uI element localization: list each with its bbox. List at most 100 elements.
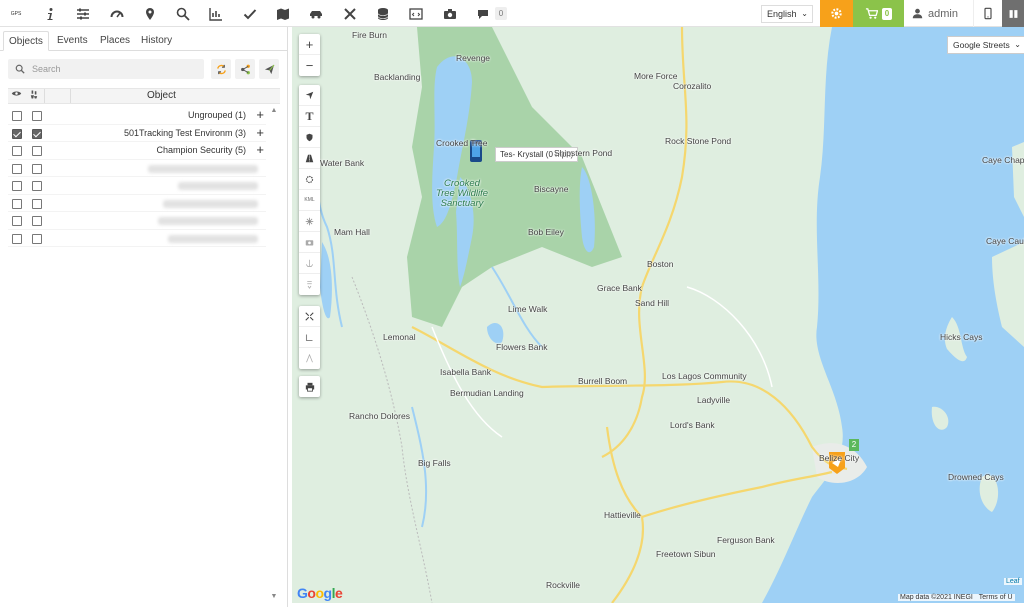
- map-attribution[interactable]: Map data ©2021 INEGI Terms of U: [898, 594, 1015, 601]
- expand-group-button[interactable]: +: [256, 107, 264, 122]
- sliders-icon[interactable]: [69, 0, 97, 27]
- list-item[interactable]: [8, 177, 266, 195]
- cluster-count-badge[interactable]: 2: [849, 439, 859, 451]
- visible-checkbox[interactable]: [12, 181, 22, 191]
- column-object[interactable]: Object: [147, 89, 176, 103]
- location-arrow-icon[interactable]: [299, 85, 320, 106]
- code-icon[interactable]: [402, 0, 430, 27]
- send-command-button[interactable]: [259, 59, 279, 79]
- settings-button[interactable]: [820, 0, 853, 27]
- visible-checkbox[interactable]: [12, 216, 22, 226]
- cog-icon[interactable]: [299, 169, 320, 190]
- visible-checkbox[interactable]: [12, 198, 22, 209]
- measure-area-icon[interactable]: [299, 348, 320, 369]
- dashboard-icon[interactable]: [103, 0, 131, 27]
- follow-checkbox[interactable]: [32, 128, 42, 139]
- database-icon[interactable]: [369, 0, 397, 27]
- expand-group-button[interactable]: +: [256, 125, 264, 140]
- follow-icon[interactable]: [30, 89, 38, 103]
- terms-link[interactable]: Terms of U: [979, 594, 1013, 601]
- visible-checkbox[interactable]: [12, 233, 22, 244]
- expand-group-button[interactable]: +: [256, 142, 264, 157]
- cluster-icon[interactable]: [299, 211, 320, 232]
- scroll-up-arrow[interactable]: ▲: [268, 107, 280, 117]
- list-item[interactable]: Ungrouped (1) +: [8, 107, 266, 125]
- follow-checkbox[interactable]: [32, 233, 42, 244]
- list-item[interactable]: 501Tracking Test Environm (3) +: [8, 125, 266, 142]
- leaflet-attribution[interactable]: Leaf: [1004, 578, 1022, 585]
- place-label: Lemonal: [383, 332, 416, 342]
- route-icon[interactable]: [299, 274, 320, 295]
- follow-checkbox[interactable]: [32, 111, 42, 121]
- map-layer-select[interactable]: Google Streets ⌄: [947, 36, 1024, 54]
- follow-checkbox[interactable]: [32, 181, 42, 191]
- list-item[interactable]: Champion Security (5) +: [8, 142, 266, 160]
- car-icon[interactable]: [302, 0, 330, 27]
- follow-checkbox[interactable]: [32, 216, 42, 226]
- ruler-icon[interactable]: [299, 327, 320, 348]
- search-input[interactable]: [32, 62, 192, 76]
- place-label: Flowers Bank: [496, 342, 548, 352]
- share-button[interactable]: [235, 59, 255, 79]
- camera-icon[interactable]: [299, 232, 320, 253]
- camera-icon[interactable]: [436, 0, 464, 27]
- road-icon[interactable]: [299, 148, 320, 169]
- location-pin-icon[interactable]: [136, 0, 164, 27]
- phone-icon: [983, 7, 992, 20]
- place-label: Hattieville: [604, 510, 641, 520]
- list-item[interactable]: [8, 195, 266, 212]
- tab-history[interactable]: History: [136, 31, 177, 51]
- cart-button[interactable]: 0: [853, 0, 904, 27]
- tab-places[interactable]: Places: [95, 31, 135, 51]
- place-label: Corozalito: [673, 81, 712, 91]
- mobile-button[interactable]: [973, 0, 1001, 27]
- text-icon[interactable]: T: [299, 106, 320, 127]
- logo[interactable]: GPS: [2, 0, 30, 27]
- follow-checkbox[interactable]: [32, 146, 42, 156]
- visible-checkbox[interactable]: [12, 128, 22, 139]
- visible-checkbox[interactable]: [12, 163, 22, 174]
- check-icon[interactable]: [236, 0, 264, 27]
- google-logo-letter: G: [297, 585, 308, 601]
- visible-checkbox[interactable]: [12, 146, 22, 156]
- place-label: Biscayne: [534, 184, 569, 194]
- anchor-icon[interactable]: [299, 253, 320, 274]
- kml-icon[interactable]: KML: [299, 190, 320, 211]
- language-select[interactable]: English ⌄: [761, 5, 813, 23]
- place-label: Bermudian Landing: [450, 388, 524, 398]
- chat-icon[interactable]: [469, 0, 497, 27]
- visible-checkbox[interactable]: [12, 111, 22, 121]
- reload-button[interactable]: [211, 59, 231, 79]
- place-label: Burrell Boom: [578, 376, 628, 386]
- scroll-down-arrow[interactable]: ▼: [268, 593, 280, 603]
- map-view[interactable]: + − T KML Google Streets ⌄ Tes- Krystall …: [292, 27, 1024, 603]
- zoom-out-button[interactable]: −: [299, 55, 320, 76]
- scrollbar[interactable]: ▲ ▼: [268, 107, 280, 603]
- search-icon[interactable]: [169, 0, 197, 27]
- fit-bounds-icon[interactable]: [299, 306, 320, 327]
- share-icon: [240, 64, 250, 74]
- list-item[interactable]: [8, 160, 266, 177]
- info-icon[interactable]: [36, 0, 64, 27]
- gear-icon: [831, 8, 842, 19]
- place-label: Backlanding: [374, 72, 421, 82]
- shield-icon[interactable]: [299, 127, 320, 148]
- print-icon[interactable]: [299, 376, 320, 397]
- tab-events[interactable]: Events: [52, 31, 93, 51]
- chart-icon[interactable]: [202, 0, 230, 27]
- map-book-icon[interactable]: [269, 0, 297, 27]
- place-label: Bob Eiley: [528, 227, 564, 237]
- list-item[interactable]: [8, 230, 266, 247]
- follow-checkbox[interactable]: [32, 163, 42, 174]
- tab-objects[interactable]: Objects: [3, 31, 49, 51]
- zoom-in-button[interactable]: +: [299, 34, 320, 55]
- eye-icon[interactable]: [11, 89, 22, 103]
- list-item[interactable]: [8, 212, 266, 230]
- user-menu[interactable]: admin: [912, 0, 958, 27]
- place-label: Lime Walk: [508, 304, 548, 314]
- tools-icon[interactable]: [336, 0, 364, 27]
- place-label: Rock Stone Pond: [665, 136, 732, 146]
- place-label: Boston: [647, 259, 674, 269]
- follow-checkbox[interactable]: [32, 198, 42, 209]
- help-button[interactable]: [1002, 0, 1024, 27]
